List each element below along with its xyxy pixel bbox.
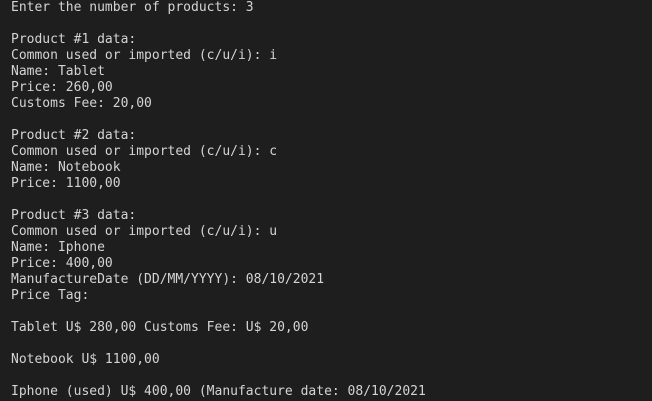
terminal-line: Common used or imported (c/u/i): c — [11, 144, 278, 159]
terminal-line: Name: Notebook — [11, 160, 121, 175]
terminal-line: Price Tag: — [11, 288, 90, 303]
terminal-window[interactable]: Enter the number of products: 3 Product … — [0, 0, 652, 401]
terminal-line: Price: 400,00 — [11, 256, 113, 271]
terminal-line: Enter the number of products: 3 — [11, 0, 254, 15]
terminal-line: Price: 1100,00 — [11, 176, 121, 191]
terminal-line: Price: 260,00 — [11, 80, 113, 95]
terminal-line: Product #2 data: — [11, 128, 137, 143]
terminal-line: Product #1 data: — [11, 32, 137, 47]
terminal-line: ManufactureDate (DD/MM/YYYY): 08/10/2021 — [11, 272, 325, 287]
terminal-output: Enter the number of products: 3 Product … — [11, 0, 426, 400]
terminal-line: Product #3 data: — [11, 208, 137, 223]
terminal-line: Notebook U$ 1100,00 — [11, 352, 160, 367]
terminal-line: Name: Tablet — [11, 64, 105, 79]
terminal-line: Name: Iphone — [11, 240, 105, 255]
terminal-line: Tablet U$ 280,00 Customs Fee: U$ 20,00 — [11, 320, 309, 335]
terminal-line: Iphone (used) U$ 400,00 (Manufacture dat… — [11, 384, 426, 399]
terminal-line: Customs Fee: 20,00 — [11, 96, 152, 111]
terminal-line: Common used or imported (c/u/i): i — [11, 48, 278, 63]
terminal-line: Common used or imported (c/u/i): u — [11, 224, 278, 239]
